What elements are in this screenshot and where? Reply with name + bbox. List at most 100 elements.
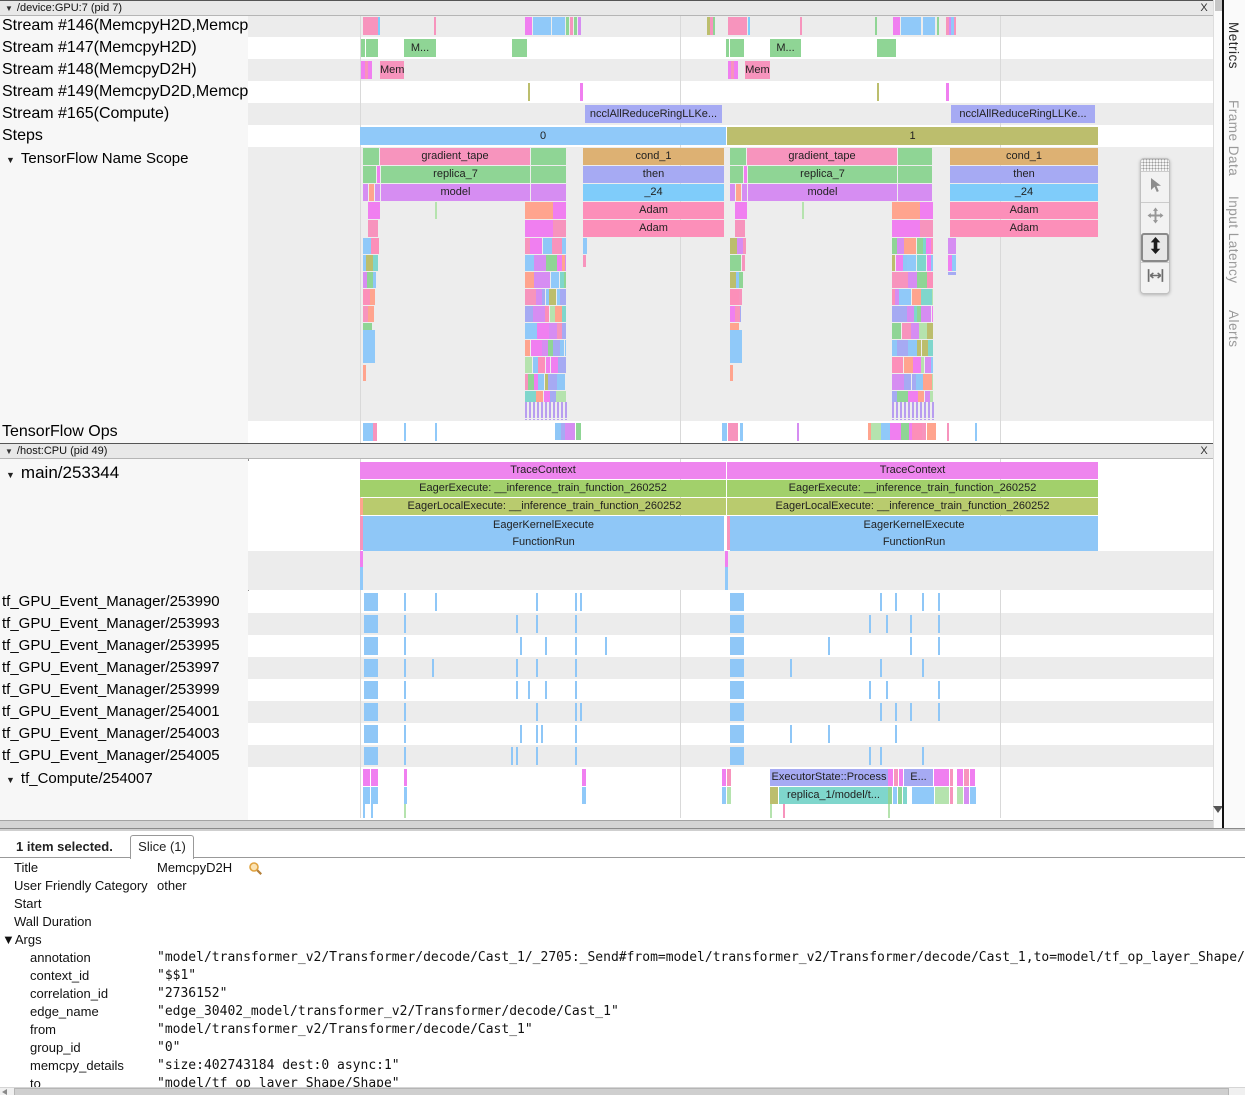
dense-slice[interactable]	[565, 423, 575, 440]
trace-event-bar[interactable]	[363, 330, 375, 363]
dense-slice[interactable]	[908, 402, 910, 418]
trace-event-bar[interactable]	[910, 615, 912, 633]
trace-event-bar[interactable]	[582, 787, 586, 804]
trace-event-bar[interactable]	[828, 637, 830, 655]
trace-event-bar[interactable]	[531, 148, 566, 165]
trace-event-bar[interactable]	[880, 747, 882, 765]
trace-event-bar[interactable]	[435, 202, 437, 219]
trace-event-bar[interactable]	[730, 637, 744, 655]
dense-slice[interactable]	[927, 423, 936, 440]
trace-event-bar[interactable]	[536, 747, 538, 765]
dense-slice[interactable]	[932, 402, 934, 418]
dense-slice[interactable]	[542, 289, 545, 305]
trace-event-bar[interactable]	[886, 615, 888, 633]
dense-slice[interactable]	[529, 419, 531, 420]
trace-event-bar[interactable]	[525, 202, 553, 219]
bar-replica-7[interactable]: replica_7	[748, 166, 897, 183]
trace-event-bar[interactable]	[869, 681, 871, 699]
dense-slice[interactable]	[881, 423, 890, 440]
trace-event-bar[interactable]	[895, 593, 897, 611]
dense-slice[interactable]	[918, 391, 924, 402]
trace-event-bar[interactable]	[957, 769, 963, 786]
trace-event-bar[interactable]	[734, 61, 738, 79]
trace-event-bar[interactable]	[730, 703, 744, 721]
trace-event-bar[interactable]	[954, 17, 956, 35]
dense-slice[interactable]	[908, 272, 917, 288]
trace-event-bar[interactable]	[404, 593, 406, 611]
trace-event-bar[interactable]	[713, 17, 715, 35]
dense-slice[interactable]	[904, 238, 916, 254]
trace-event-bar[interactable]	[728, 17, 747, 35]
bar-e[interactable]: E...	[904, 769, 933, 786]
trace-event-bar[interactable]	[898, 787, 902, 804]
dense-slice[interactable]	[363, 323, 372, 330]
dense-slice[interactable]	[904, 357, 913, 373]
trace-event-bar[interactable]	[512, 39, 527, 57]
trace-event-bar[interactable]	[575, 681, 577, 699]
dense-slice[interactable]	[928, 419, 930, 420]
trace-event-bar[interactable]	[575, 747, 577, 765]
dense-slice[interactable]	[555, 306, 562, 322]
trace-event-bar[interactable]	[363, 787, 370, 804]
dense-slice[interactable]	[917, 272, 927, 288]
dense-slice[interactable]	[370, 289, 375, 305]
trace-event-bar[interactable]	[735, 202, 747, 219]
trace-event-bar[interactable]	[366, 39, 378, 57]
dense-slice[interactable]	[948, 272, 956, 275]
trace-event-bar[interactable]	[950, 787, 953, 804]
trace-event-bar[interactable]	[899, 769, 903, 786]
dense-slice[interactable]	[928, 340, 933, 356]
bar-replica-7[interactable]: replica_7	[381, 166, 530, 183]
dense-slice[interactable]	[545, 419, 547, 420]
dense-slice[interactable]	[912, 402, 914, 418]
dense-slice[interactable]	[948, 238, 956, 254]
dense-slice[interactable]	[562, 323, 566, 339]
trace-event-bar[interactable]	[770, 787, 778, 804]
trace-event-bar[interactable]	[934, 769, 949, 786]
trace-event-bar[interactable]	[880, 659, 882, 677]
dense-slice[interactable]	[529, 402, 531, 418]
trace-event-bar[interactable]	[783, 804, 785, 818]
dense-slice[interactable]	[924, 419, 926, 420]
dense-slice[interactable]	[533, 306, 545, 322]
dense-slice[interactable]	[743, 238, 746, 254]
trace-event-bar[interactable]	[575, 725, 577, 743]
collapse-gpu-icon[interactable]: ▼	[5, 4, 13, 13]
trace-event-bar[interactable]	[435, 593, 437, 611]
dense-slice[interactable]	[921, 306, 931, 322]
bar-then[interactable]: then	[950, 166, 1098, 183]
bar-adam[interactable]: Adam	[950, 202, 1098, 219]
trace-event-bar[interactable]	[740, 423, 743, 441]
trace-event-bar[interactable]	[742, 184, 747, 201]
trace-event-bar[interactable]	[580, 83, 583, 101]
trace-event-bar[interactable]	[730, 615, 744, 633]
trace-event-bar[interactable]	[922, 747, 924, 765]
dense-slice[interactable]	[928, 402, 930, 418]
trace-event-bar[interactable]	[583, 238, 587, 254]
dense-slice[interactable]	[530, 238, 542, 254]
trace-event-bar[interactable]	[888, 804, 890, 818]
trace-event-bar[interactable]	[938, 703, 940, 721]
trace-event-bar[interactable]	[770, 804, 772, 818]
trace-event-bar[interactable]	[404, 423, 406, 441]
dense-slice[interactable]	[742, 255, 745, 271]
trace-event-bar[interactable]	[888, 787, 892, 804]
trace-event-bar[interactable]	[404, 703, 406, 721]
trace-event-bar[interactable]	[869, 747, 871, 765]
bar-eagerlocalexecute-inference-train-functi[interactable]: EagerLocalExecute: __inference_train_fun…	[727, 498, 1098, 515]
dense-slice[interactable]	[920, 419, 922, 420]
trace-event-bar[interactable]	[363, 423, 373, 441]
trace-event-bar[interactable]	[730, 659, 744, 677]
trace-event-bar[interactable]	[536, 659, 538, 677]
trace-event-bar[interactable]	[525, 220, 553, 237]
dense-slice[interactable]	[565, 402, 567, 418]
trace-event-bar[interactable]	[938, 681, 940, 699]
dense-slice[interactable]	[897, 238, 904, 254]
dense-slice[interactable]	[923, 374, 932, 390]
dense-slice[interactable]	[897, 391, 908, 402]
trace-event-bar[interactable]	[432, 659, 434, 677]
trace-event-bar[interactable]	[404, 804, 406, 818]
dense-slice[interactable]	[871, 423, 881, 440]
trace-event-bar[interactable]	[947, 423, 949, 441]
dense-slice[interactable]	[931, 357, 933, 373]
